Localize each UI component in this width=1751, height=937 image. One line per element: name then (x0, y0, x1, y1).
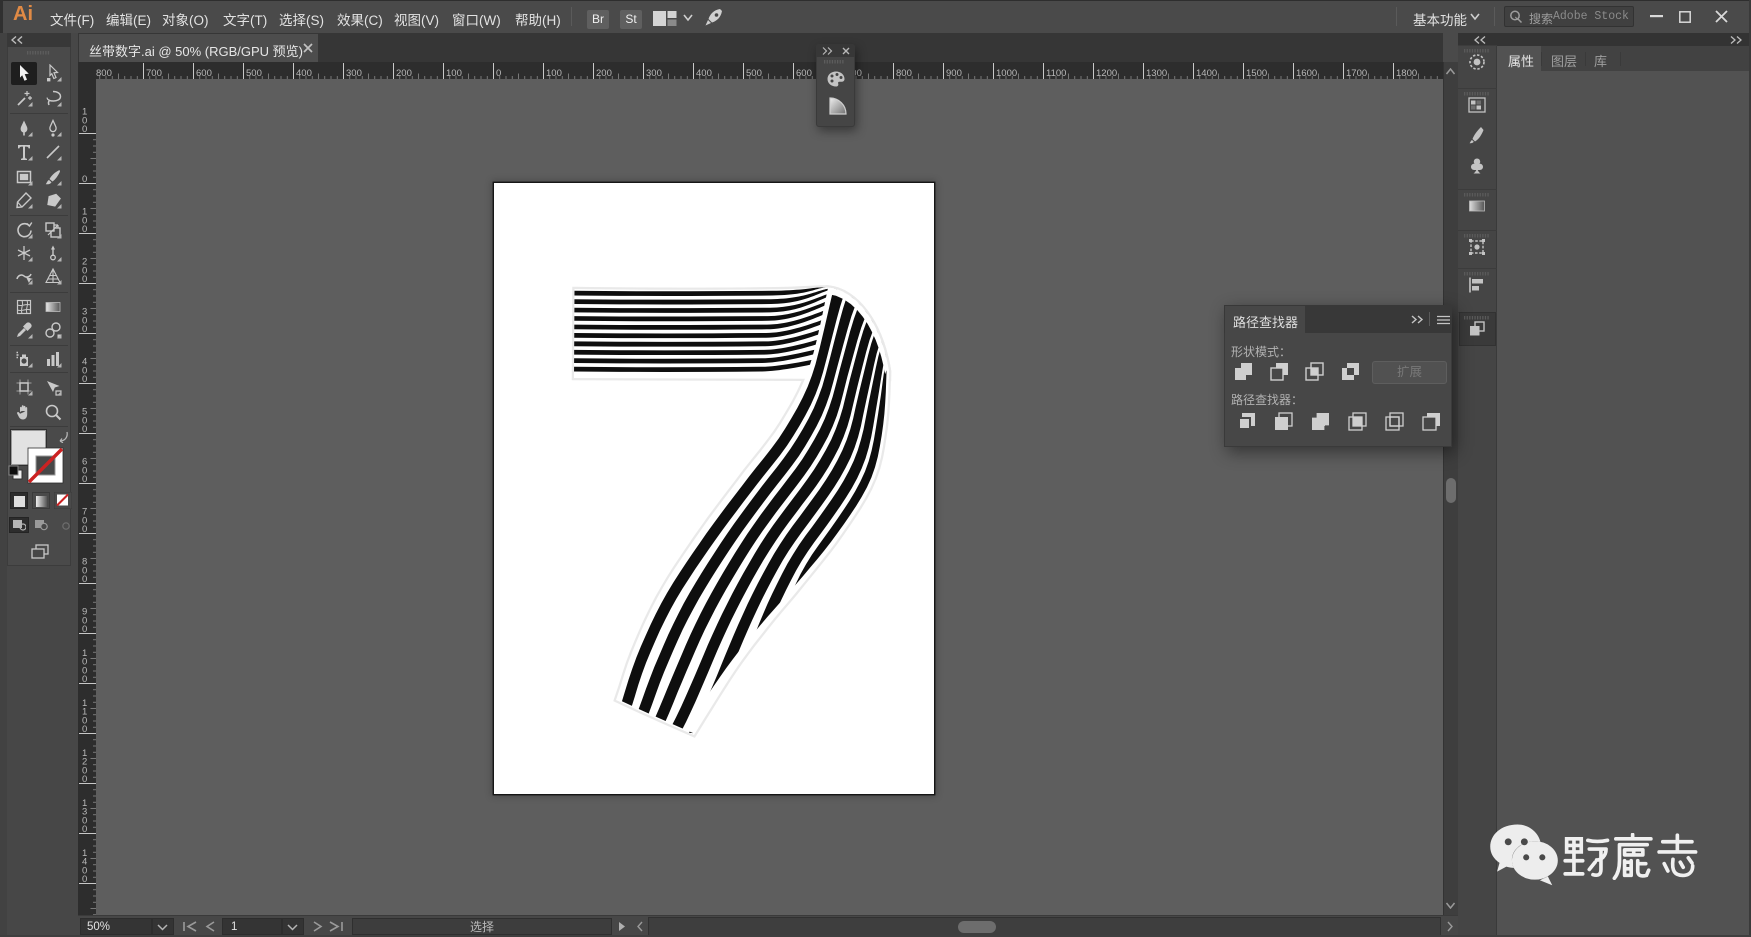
svg-text:0: 0 (82, 224, 87, 235)
svg-text:1200: 1200 (1096, 68, 1117, 79)
svg-text:1000: 1000 (996, 68, 1017, 79)
svg-text:800: 800 (96, 68, 112, 79)
svg-text:900: 900 (946, 68, 962, 79)
svg-text:0: 0 (82, 474, 87, 485)
svg-text:300: 300 (346, 68, 362, 79)
svg-text:400: 400 (296, 68, 312, 79)
svg-text:0: 0 (82, 724, 87, 735)
svg-text:0: 0 (82, 124, 87, 135)
svg-text:0: 0 (82, 524, 87, 535)
svg-text:500: 500 (746, 68, 762, 79)
svg-text:0: 0 (82, 424, 87, 435)
svg-text:100: 100 (446, 68, 462, 79)
svg-text:400: 400 (696, 68, 712, 79)
svg-text:0: 0 (82, 674, 87, 685)
svg-text:1800: 1800 (1396, 68, 1417, 79)
svg-text:1600: 1600 (1296, 68, 1317, 79)
svg-text:0: 0 (82, 374, 87, 385)
svg-text:800: 800 (896, 68, 912, 79)
svg-text:0: 0 (82, 274, 87, 285)
svg-text:0: 0 (82, 174, 87, 185)
svg-text:300: 300 (646, 68, 662, 79)
svg-text:500: 500 (246, 68, 262, 79)
svg-text:0: 0 (82, 824, 87, 835)
svg-text:0: 0 (82, 774, 87, 785)
svg-text:200: 200 (396, 68, 412, 79)
svg-text:0: 0 (82, 324, 87, 335)
svg-text:0: 0 (496, 68, 501, 79)
svg-text:0: 0 (82, 874, 87, 885)
svg-text:1700: 1700 (1346, 68, 1367, 79)
svg-text:700: 700 (146, 68, 162, 79)
svg-text:0: 0 (82, 574, 87, 585)
svg-text:1300: 1300 (1146, 68, 1167, 79)
svg-text:0: 0 (82, 624, 87, 635)
svg-text:600: 600 (196, 68, 212, 79)
svg-text:200: 200 (596, 68, 612, 79)
svg-text:1500: 1500 (1246, 68, 1267, 79)
svg-text:600: 600 (796, 68, 812, 79)
svg-text:1400: 1400 (1196, 68, 1217, 79)
svg-text:100: 100 (546, 68, 562, 79)
